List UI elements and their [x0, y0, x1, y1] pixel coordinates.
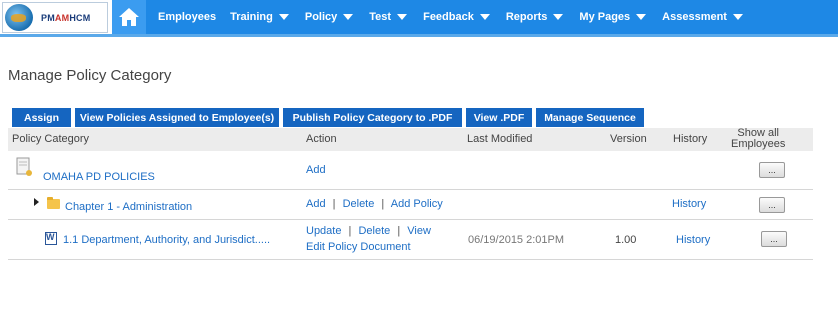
chevron-down-icon: [278, 14, 289, 20]
col-action: Action: [306, 133, 337, 145]
company-logo[interactable]: PMAMHCM: [2, 2, 108, 33]
chevron-down-icon: [479, 14, 490, 20]
show-all-employees-button[interactable]: ...: [759, 197, 785, 213]
last-modified-value: 06/19/2015 2:01PM: [468, 234, 565, 246]
col-last-modified: Last Modified: [467, 133, 533, 145]
col-version: Version: [610, 133, 647, 145]
nav-feedback[interactable]: Feedback: [423, 0, 490, 34]
view-pdf-button[interactable]: View .PDF: [466, 108, 532, 127]
logo-text: PMAMHCM: [41, 12, 91, 23]
expand-triangle-icon[interactable]: [34, 198, 39, 206]
category-chapter-1[interactable]: Chapter 1 - Administration: [65, 201, 192, 213]
show-all-employees-button[interactable]: ...: [761, 231, 787, 247]
chevron-down-icon: [732, 14, 743, 20]
policy-1-1-link[interactable]: 1.1 Department, Authority, and Jurisdict…: [63, 234, 270, 246]
nav-policy[interactable]: Policy: [305, 0, 354, 34]
add-link[interactable]: Add: [306, 164, 326, 176]
main-nav: Employees Training Policy Test Feedback …: [112, 0, 838, 34]
history-link[interactable]: History: [676, 234, 710, 246]
nav-assessment[interactable]: Assessment: [662, 0, 743, 34]
policy-book-icon: [16, 157, 32, 176]
nav-employees[interactable]: Employees: [158, 0, 216, 34]
view-policies-assigned-button[interactable]: View Policies Assigned to Employee(s): [75, 108, 279, 127]
table-row: OMAHA PD POLICIES Add ...: [8, 151, 813, 190]
add-policy-link[interactable]: Add Policy: [391, 198, 443, 210]
delete-link[interactable]: Delete: [343, 198, 375, 210]
table-row: 1.1 Department, Authority, and Jurisdict…: [8, 220, 813, 260]
chevron-down-icon: [553, 14, 564, 20]
delete-link[interactable]: Delete: [358, 225, 390, 237]
col-policy-category: Policy Category: [12, 133, 90, 145]
update-link[interactable]: Update: [306, 225, 341, 237]
nav-training[interactable]: Training: [230, 0, 289, 34]
globe-logo-icon: [5, 4, 33, 31]
row-actions: Update | Delete | View: [306, 225, 431, 237]
folder-icon: [47, 197, 60, 209]
row-actions: Add | Delete | Add Policy: [306, 198, 443, 210]
col-show-all-employees: Show all Employees: [731, 127, 786, 150]
page-title: Manage Policy Category: [8, 67, 172, 84]
top-bar: PMAMHCM Employees Training Policy Test F…: [0, 0, 838, 37]
version-value: 1.00: [615, 234, 637, 246]
history-link[interactable]: History: [672, 198, 706, 210]
add-link[interactable]: Add: [306, 198, 326, 210]
table-row: Chapter 1 - Administration Add | Delete …: [8, 190, 813, 220]
home-icon: [119, 8, 139, 26]
nav-reports[interactable]: Reports: [506, 0, 564, 34]
home-button[interactable]: [112, 0, 146, 34]
nav-my-pages[interactable]: My Pages: [579, 0, 647, 34]
word-document-icon: [45, 232, 57, 245]
nav-test[interactable]: Test: [369, 0, 408, 34]
col-history: History: [673, 133, 708, 145]
chevron-down-icon: [397, 14, 408, 20]
view-link[interactable]: View: [407, 225, 431, 237]
chevron-down-icon: [343, 14, 354, 20]
edit-policy-document-link[interactable]: Edit Policy Document: [306, 241, 411, 253]
table-header: Policy Category Action Last Modified Ver…: [8, 128, 813, 151]
category-omaha-pd-policies[interactable]: OMAHA PD POLICIES: [43, 171, 155, 183]
publish-pdf-button[interactable]: Publish Policy Category to .PDF: [283, 108, 462, 127]
assign-button[interactable]: Assign: [12, 108, 71, 127]
chevron-down-icon: [636, 14, 647, 20]
manage-sequence-button[interactable]: Manage Sequence: [536, 108, 644, 127]
show-all-employees-button[interactable]: ...: [759, 162, 785, 178]
